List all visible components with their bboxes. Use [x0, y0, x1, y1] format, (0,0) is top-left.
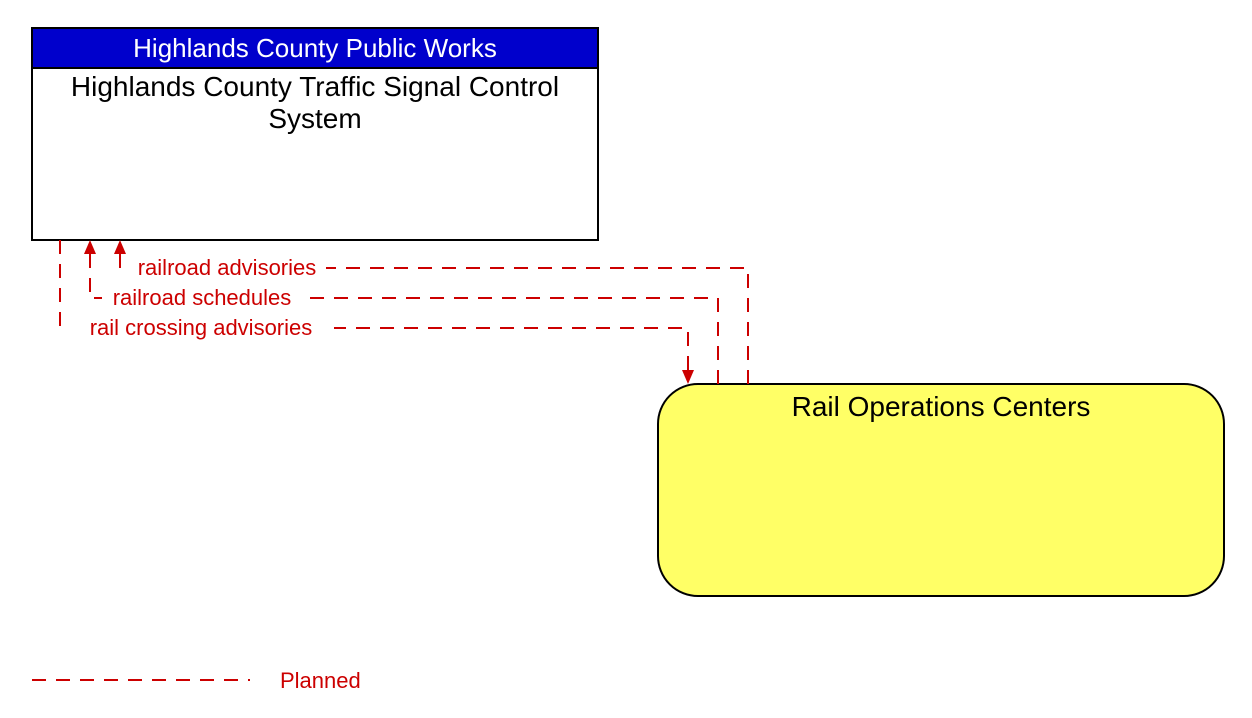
node1-title-line2: System [268, 103, 361, 134]
flow-railroad-advisories: railroad advisories [114, 240, 748, 384]
legend-planned-label: Planned [280, 668, 361, 693]
flow-label-rail-crossing-advisories: rail crossing advisories [90, 315, 313, 340]
flow-label-railroad-advisories: railroad advisories [138, 255, 317, 280]
node2-title: Rail Operations Centers [792, 391, 1091, 422]
legend: Planned [32, 668, 361, 693]
architecture-diagram: Highlands County Public Works Highlands … [0, 0, 1252, 718]
node-traffic-signal-control: Highlands County Public Works Highlands … [32, 28, 598, 240]
node-rail-operations-centers: Rail Operations Centers [658, 384, 1224, 596]
node1-title-line1: Highlands County Traffic Signal Control [71, 71, 559, 102]
node1-header-text: Highlands County Public Works [133, 33, 497, 63]
flow-label-railroad-schedules: railroad schedules [113, 285, 292, 310]
